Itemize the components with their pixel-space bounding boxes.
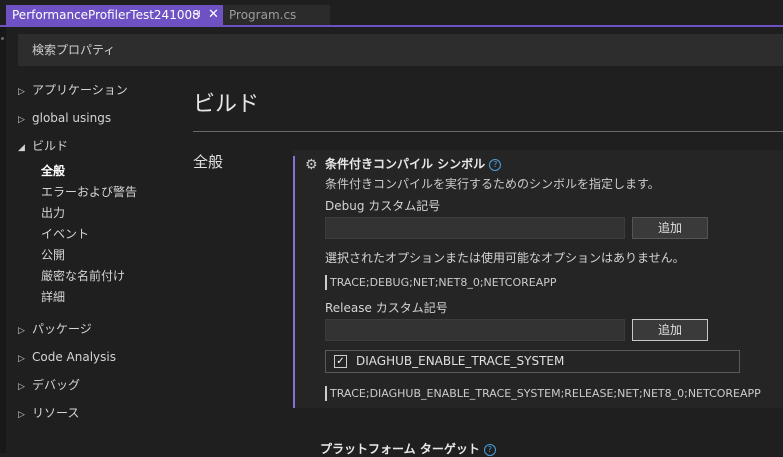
debug-symbols-label: Debug カスタム記号 <box>325 199 441 213</box>
tab-project-properties[interactable]: PerformanceProfilerTest241008 ⊣ ✕ <box>6 5 223 25</box>
sidebar-subitem-general[interactable]: 全般 <box>41 162 65 180</box>
section-title: 全般 <box>193 153 224 171</box>
sidebar-item-label: パッケージ <box>32 322 92 336</box>
tab-label: PerformanceProfilerTest241008 <box>12 8 200 22</box>
release-option-row[interactable]: ✓ DIAGHUB_ENABLE_TRACE_SYSTEM <box>325 350 740 373</box>
sidebar-subitem-strong-naming[interactable]: 厳密な名前付け <box>41 267 125 285</box>
sidebar-item-label: デバッグ <box>32 378 81 392</box>
platform-target-text: プラットフォーム ターゲット <box>320 442 480 456</box>
chevron-right-icon: ▷ <box>18 382 25 392</box>
search-input[interactable]: 検索プロパティ <box>18 34 783 66</box>
sidebar-subitem-events[interactable]: イベント <box>41 225 89 243</box>
sidebar-item-debug[interactable]: ▷ デバッグ <box>18 376 80 394</box>
tab-label: Program.cs <box>229 8 297 22</box>
gutter-dot-icon <box>1 37 4 40</box>
property-description: 条件付きコンパイルを実行するためのシンボルを指定します。 <box>325 177 660 191</box>
chevron-right-icon: ▷ <box>18 410 25 420</box>
sidebar-item-global-usings[interactable]: ▷ global usings <box>18 109 111 127</box>
sidebar-item-package[interactable]: ▷ パッケージ <box>18 320 92 338</box>
panel-accent-bar <box>293 156 295 408</box>
document-tab-bar: PerformanceProfilerTest241008 ⊣ ✕ Progra… <box>0 0 783 27</box>
chevron-right-icon: ▷ <box>18 354 25 364</box>
chevron-right-icon: ▷ <box>18 326 25 336</box>
sidebar-item-application[interactable]: ▷ アプリケーション <box>18 81 128 99</box>
chevron-right-icon: ▷ <box>18 115 25 125</box>
debug-result-symbols: TRACE;DEBUG;NET;NET8_0;NETCOREAPP <box>325 275 557 290</box>
sidebar-subitem-output[interactable]: 出力 <box>41 204 65 222</box>
tab-accent-line <box>0 25 783 27</box>
release-add-button[interactable]: 追加 <box>632 319 708 341</box>
sidebar-item-label: global usings <box>32 111 112 125</box>
debug-add-button[interactable]: 追加 <box>632 217 708 239</box>
chevron-right-icon: ▷ <box>18 87 25 97</box>
help-icon[interactable]: ? <box>483 444 496 456</box>
tab-program-cs[interactable]: Program.cs <box>223 5 330 25</box>
property-title: 条件付きコンパイル シンボル? <box>325 155 502 172</box>
sidebar-subitem-errors-warnings[interactable]: エラーおよび警告 <box>41 183 137 201</box>
close-icon[interactable]: ✕ <box>208 5 219 25</box>
sidebar-subitem-publish[interactable]: 公開 <box>41 246 65 264</box>
chevron-expanded-icon: ◢ <box>18 143 25 153</box>
sidebar-item-label: ビルド <box>32 139 69 153</box>
sidebar-item-label: アプリケーション <box>32 83 128 97</box>
search-placeholder: 検索プロパティ <box>32 43 116 57</box>
property-title-text: 条件付きコンパイル シンボル <box>325 157 486 171</box>
sidebar-item-label: リソース <box>32 406 80 420</box>
debug-symbols-input[interactable] <box>325 217 625 239</box>
release-result-symbols: TRACE;DIAGHUB_ENABLE_TRACE_SYSTEM;RELEAS… <box>325 386 761 401</box>
no-options-message: 選択されたオプションまたは使用可能なオプションはありません。 <box>325 251 685 265</box>
title-divider <box>193 131 783 132</box>
gear-icon: ⚙ <box>305 157 318 173</box>
release-symbols-label: Release カスタム記号 <box>325 301 448 315</box>
sidebar-item-label: Code Analysis <box>32 350 116 364</box>
sidebar-subitem-advanced[interactable]: 詳細 <box>41 288 65 306</box>
release-option-label: DIAGHUB_ENABLE_TRACE_SYSTEM <box>356 354 565 368</box>
pin-icon[interactable]: ⊣ <box>192 5 201 25</box>
left-gutter <box>0 27 6 453</box>
checkbox-checked[interactable]: ✓ <box>334 355 347 368</box>
sidebar-item-build[interactable]: ◢ ビルド <box>18 137 68 155</box>
sidebar-item-code-analysis[interactable]: ▷ Code Analysis <box>18 348 116 366</box>
sidebar-item-resources[interactable]: ▷ リソース <box>18 404 79 422</box>
platform-target-title: プラットフォーム ターゲット? <box>320 440 496 457</box>
page-title: ビルド <box>193 92 260 117</box>
help-icon[interactable]: ? <box>489 159 502 171</box>
release-symbols-input[interactable] <box>325 319 625 341</box>
